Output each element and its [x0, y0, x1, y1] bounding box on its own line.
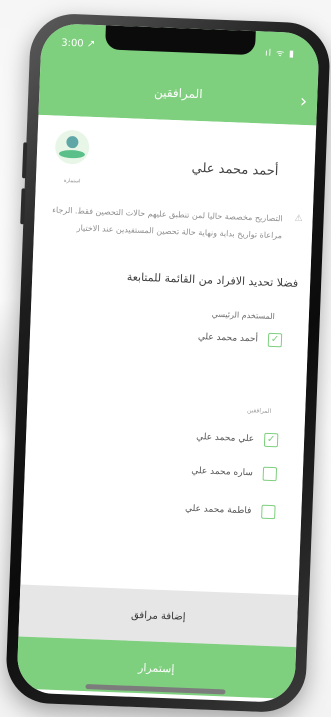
companion-row[interactable]: فاطمة محمد علي [185, 501, 276, 520]
profile-name: أحمد محمد علي [191, 160, 279, 180]
main-user-name: أحمد محمد علي [197, 332, 259, 345]
logo-head-shape [66, 135, 79, 149]
app-header: 3:00 ↗ ıl ᯤ ▮ المرافقين › [38, 22, 320, 126]
companion-row[interactable]: ✓ علي محمد علي [196, 429, 279, 448]
logo-caption: استمارة [63, 177, 81, 185]
companions-section-label: المرافقين [246, 407, 272, 415]
main-user-row[interactable]: ✓ أحمد محمد علي [198, 329, 283, 348]
main-user-section-label: المستخدم الرئيسي [211, 309, 276, 322]
companion-name: علي محمد علي [195, 432, 255, 445]
warning-icon: ⚠ [294, 213, 303, 225]
page-title: المرافقين [153, 85, 203, 102]
app-logo: استمارة [54, 129, 90, 185]
notice-text: التصاريح مخصصة حاليا لمن تنطبق عليهم حال… [52, 205, 283, 241]
companion-row[interactable]: ساره محمد علي [191, 463, 278, 482]
checkbox-checked[interactable]: ✓ [267, 332, 283, 348]
phone-frame: 3:00 ↗ ıl ᯤ ▮ المرافقين › استمارة أحمد م… [4, 12, 331, 714]
companion-name: ساره محمد علي [191, 465, 254, 479]
instruction-text: فضلا تحديد الافراد من القائمة للمتابعة [126, 270, 299, 290]
volume-down-button [20, 188, 26, 225]
checkbox-checked[interactable]: ✓ [263, 432, 279, 448]
status-icons: ıl ᯤ ▮ [264, 48, 296, 60]
checkbox-unchecked[interactable] [262, 466, 278, 482]
status-time: 3:00 ↗ [60, 37, 96, 50]
main-content: استمارة أحمد محمد علي ⚠ التصاريح مخصصة ح… [16, 114, 317, 700]
phone-screen: 3:00 ↗ ıl ᯤ ▮ المرافقين › استمارة أحمد م… [16, 22, 320, 704]
companion-name: فاطمة محمد علي [184, 503, 252, 517]
logo-base-shape [58, 149, 86, 159]
checkbox-unchecked[interactable] [261, 504, 276, 520]
chevron-right-icon[interactable]: › [300, 91, 308, 112]
volume-up-button [21, 142, 28, 179]
notice-box: ⚠ التصاريح مخصصة حاليا لمن تنطبق عليهم ح… [44, 201, 303, 245]
